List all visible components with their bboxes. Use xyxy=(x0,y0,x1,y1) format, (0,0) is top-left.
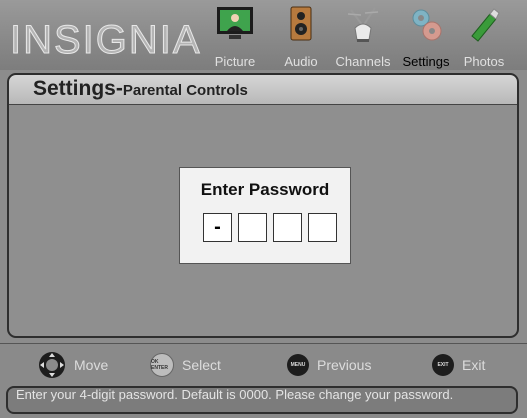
gears-icon xyxy=(412,9,442,41)
tab-label: Channels xyxy=(335,54,391,69)
password-digit-4[interactable] xyxy=(308,213,337,242)
ok-enter-button-icon: OK ENTER xyxy=(150,353,174,377)
password-dialog: Enter Password - xyxy=(179,167,351,264)
tab-label: Photos xyxy=(463,54,505,69)
previous-hint: MENU Previous xyxy=(287,354,371,376)
antenna-icon xyxy=(347,7,379,42)
dialog-title: Enter Password xyxy=(200,180,330,199)
brand-logo: INSIGNIA xyxy=(10,18,202,63)
exit-hint: EXIT Exit xyxy=(432,354,485,376)
exit-button-icon: EXIT xyxy=(432,354,454,376)
password-digit-2[interactable] xyxy=(238,213,267,242)
page-title: Settings- xyxy=(33,77,123,100)
previous-label: Previous xyxy=(317,357,372,373)
tab-audio[interactable]: Audio xyxy=(271,2,331,70)
panel-title: Settings- Parental Controls xyxy=(9,75,517,105)
select-label: Select xyxy=(182,357,221,373)
menu-header: INSIGNIA Picture Audio Channels Settings… xyxy=(0,0,527,70)
tab-settings[interactable]: Settings xyxy=(397,2,455,70)
usb-stick-icon xyxy=(471,8,500,42)
help-message-text: Enter your 4-digit password. Default is … xyxy=(16,387,454,402)
tab-label: Audio xyxy=(284,54,318,69)
speaker-icon xyxy=(290,6,312,41)
tab-label: Picture xyxy=(214,54,256,69)
move-label: Move xyxy=(74,357,109,373)
exit-label: Exit xyxy=(462,357,486,373)
tv-icon xyxy=(217,7,253,39)
password-digit-3[interactable] xyxy=(273,213,302,242)
page-subtitle: Parental Controls xyxy=(122,82,248,99)
move-hint: Move xyxy=(38,352,109,378)
dpad-icon xyxy=(39,352,65,378)
password-digit-1[interactable]: - xyxy=(203,213,232,242)
menu-button-icon: MENU xyxy=(287,354,309,376)
tab-label: Settings xyxy=(402,54,450,69)
help-message: Enter your 4-digit password. Default is … xyxy=(6,386,518,414)
settings-panel: Settings- Parental Controls Enter Passwo… xyxy=(7,73,519,338)
tab-photos[interactable]: Photos xyxy=(455,2,513,70)
control-hints-bar: Move OK ENTER Select MENU Previous EXIT … xyxy=(0,343,527,418)
tab-picture[interactable]: Picture xyxy=(202,2,268,70)
select-hint: OK ENTER Select xyxy=(150,353,221,377)
tab-channels[interactable]: Channels xyxy=(329,2,397,70)
